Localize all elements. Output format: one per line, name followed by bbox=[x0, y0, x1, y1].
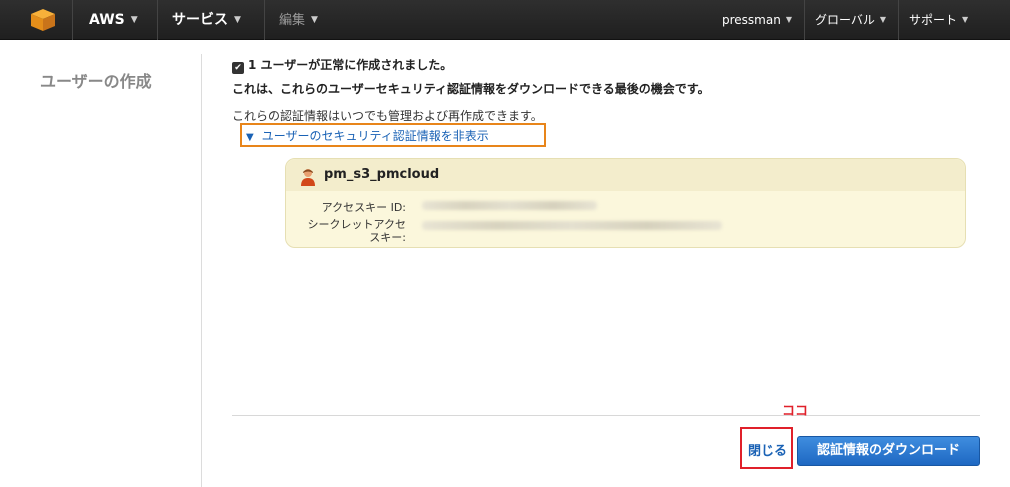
access-key-value-blurred bbox=[422, 201, 597, 210]
secret-key-value-blurred bbox=[422, 221, 722, 230]
nav-separator bbox=[804, 0, 805, 40]
nav-services-menu[interactable]: サービス ▼ bbox=[172, 0, 241, 40]
annotation-note: ココ bbox=[782, 404, 809, 419]
nav-support-menu[interactable]: サポート ▼ bbox=[909, 0, 968, 40]
access-key-label: アクセスキー ID: bbox=[321, 201, 406, 214]
success-message-text: 1 ユーザーが正常に作成されました。 bbox=[248, 58, 453, 72]
chevron-down-icon: ▼ bbox=[234, 15, 241, 25]
top-nav-bar: AWS ▼ サービス ▼ 編集 ▼ pressman ▼ グローバル ▼ サポート ▼ bbox=[0, 0, 1010, 40]
info-message: これらの認証情報はいつでも管理および再作成できます。 bbox=[232, 109, 543, 123]
aws-cube-logo-icon[interactable] bbox=[30, 8, 56, 32]
triangle-down-icon: ▼ bbox=[246, 132, 254, 143]
footer-divider bbox=[232, 415, 980, 416]
nav-separator bbox=[898, 0, 899, 40]
nav-edit-menu[interactable]: 編集 ▼ bbox=[279, 0, 318, 40]
nav-user-menu[interactable]: pressman ▼ bbox=[722, 0, 792, 40]
nav-user-label: pressman bbox=[722, 13, 781, 27]
hide-credentials-link[interactable]: ▼ ユーザーのセキュリティ認証情報を非表示 bbox=[246, 127, 489, 144]
nav-services-label: サービス bbox=[172, 12, 228, 28]
chevron-down-icon: ▼ bbox=[311, 15, 318, 25]
nav-separator bbox=[157, 0, 158, 40]
chevron-down-icon: ▼ bbox=[130, 15, 138, 25]
success-message: ✔ 1 ユーザーが正常に作成されました。 bbox=[232, 56, 452, 74]
credential-user-name: pm_s3_pmcloud bbox=[324, 167, 440, 182]
secret-key-label-line2: スキー: bbox=[369, 231, 406, 244]
close-button[interactable]: 閉じる bbox=[748, 440, 787, 459]
credentials-panel-header: pm_s3_pmcloud bbox=[286, 159, 965, 191]
hide-credentials-label: ユーザーのセキュリティ認証情報を非表示 bbox=[261, 129, 489, 143]
chevron-down-icon: ▼ bbox=[785, 15, 792, 24]
credentials-panel: pm_s3_pmcloud アクセスキー ID: シークレットアクセ スキー: bbox=[285, 158, 966, 248]
chevron-down-icon: ▼ bbox=[879, 15, 887, 24]
last-chance-message: これは、これらのユーザーセキュリティ認証情報をダウンロードできる最後の機会です。 bbox=[232, 82, 710, 96]
nav-support-label: サポート bbox=[909, 13, 958, 27]
nav-separator bbox=[264, 0, 265, 40]
nav-region-label: グローバル bbox=[815, 13, 875, 27]
checkbox-checked-icon: ✔ bbox=[232, 62, 244, 74]
vertical-divider bbox=[201, 54, 202, 487]
nav-aws-menu[interactable]: AWS ▼ bbox=[89, 0, 138, 40]
nav-aws-label: AWS bbox=[89, 12, 125, 28]
nav-region-menu[interactable]: グローバル ▼ bbox=[815, 0, 886, 40]
page-title: ユーザーの作成 bbox=[40, 72, 152, 91]
user-icon bbox=[301, 169, 315, 186]
chevron-down-icon: ▼ bbox=[962, 15, 969, 24]
nav-edit-label: 編集 bbox=[279, 13, 306, 28]
nav-separator bbox=[72, 0, 73, 40]
download-credentials-button[interactable]: 認証情報のダウンロード bbox=[797, 436, 980, 466]
